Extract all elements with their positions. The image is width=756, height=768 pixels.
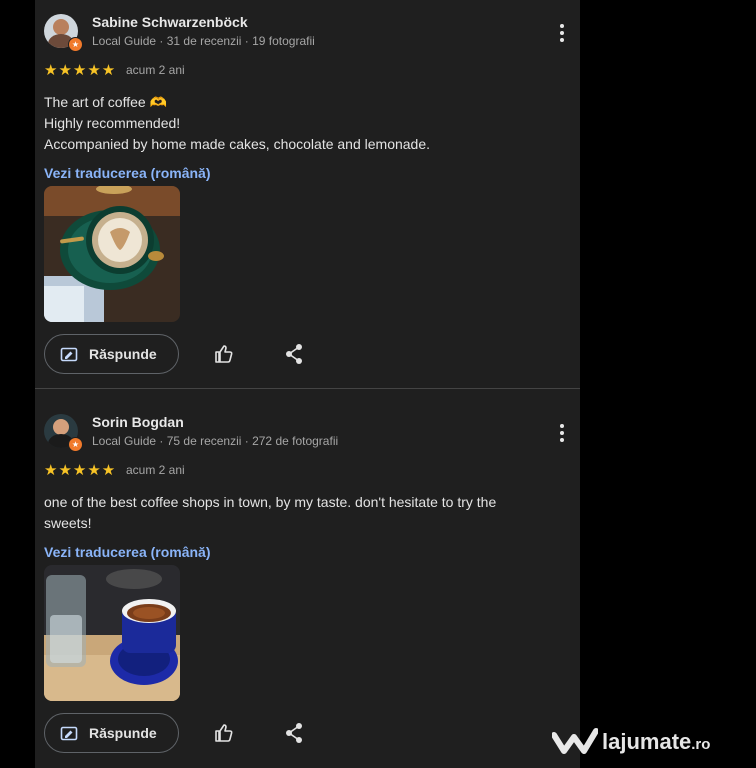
review-text: one of the best coffee shops in town, by… bbox=[44, 492, 564, 534]
review-text-line: Highly recommended! bbox=[44, 115, 181, 131]
avatar[interactable]: ★ bbox=[44, 414, 83, 452]
reply-edit-icon bbox=[60, 726, 78, 741]
translate-link[interactable]: Vezi traducerea (română) bbox=[44, 544, 211, 560]
espresso-photo-image bbox=[44, 565, 180, 701]
local-guide-badge-icon: ★ bbox=[68, 37, 83, 52]
review-text-line: sweets! bbox=[44, 515, 92, 531]
coffee-photo-image bbox=[44, 186, 180, 322]
star-rating: ★★★★★ bbox=[44, 62, 117, 79]
reply-button[interactable]: Răspunde bbox=[44, 334, 179, 374]
thumb-up-icon[interactable] bbox=[213, 343, 235, 365]
reply-label: Răspunde bbox=[89, 725, 157, 741]
review-photo[interactable] bbox=[44, 565, 180, 701]
reply-button[interactable]: Răspunde bbox=[44, 713, 179, 753]
review-time: acum 2 ani bbox=[126, 463, 185, 477]
watermark-text: lajumate.ro bbox=[602, 729, 711, 754]
reply-label: Răspunde bbox=[89, 346, 157, 362]
share-icon[interactable] bbox=[284, 343, 304, 365]
reviewer-meta: Local Guide · 75 de recenzii · 272 de fo… bbox=[92, 434, 339, 448]
avatar[interactable]: ★ bbox=[44, 14, 83, 52]
review-text-line: Accompanied by home made cakes, chocolat… bbox=[44, 136, 431, 152]
review-text-line: one of the best coffee shops in town, by… bbox=[44, 494, 497, 510]
more-options-icon[interactable] bbox=[552, 22, 572, 44]
local-guide-badge-icon: ★ bbox=[68, 437, 83, 452]
more-options-icon[interactable] bbox=[552, 422, 572, 444]
reviewer-meta: Local Guide · 31 de recenzii · 19 fotogr… bbox=[92, 34, 315, 48]
review-time: acum 2 ani bbox=[126, 63, 185, 77]
star-rating: ★★★★★ bbox=[44, 462, 117, 479]
review-text-line: The art of coffee 🫶 bbox=[44, 94, 168, 110]
review-text: The art of coffee 🫶 Highly recommended! … bbox=[44, 92, 564, 155]
review-divider bbox=[35, 388, 580, 389]
reviews-panel: ★ Sabine Schwarzenböck Local Guide · 31 … bbox=[35, 0, 580, 768]
lajumate-logo-icon bbox=[551, 728, 599, 754]
translate-link[interactable]: Vezi traducerea (română) bbox=[44, 165, 211, 181]
reply-edit-icon bbox=[60, 347, 78, 362]
share-icon[interactable] bbox=[284, 722, 304, 744]
lajumate-watermark: lajumate.ro bbox=[551, 723, 748, 757]
review-photo[interactable] bbox=[44, 186, 180, 322]
thumb-up-icon[interactable] bbox=[213, 722, 235, 744]
reviewer-name[interactable]: Sorin Bogdan bbox=[92, 414, 184, 430]
reviewer-name[interactable]: Sabine Schwarzenböck bbox=[92, 14, 248, 30]
